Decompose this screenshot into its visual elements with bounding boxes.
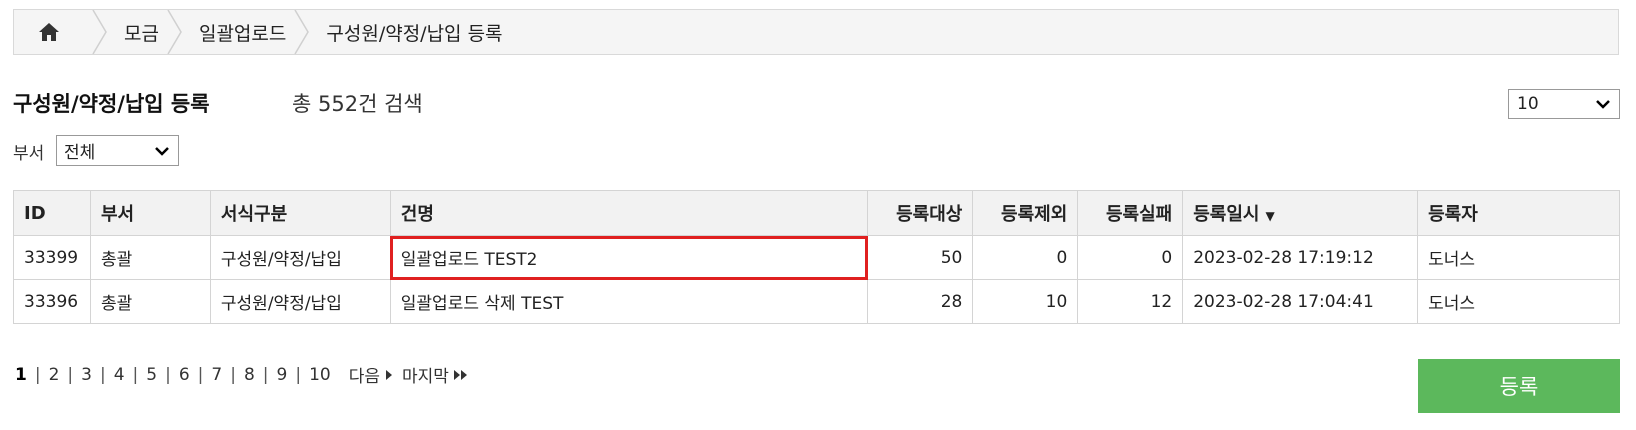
page-link[interactable]: 9 <box>275 365 290 385</box>
dept-filter-select[interactable]: 전체 <box>56 135 179 166</box>
page-link[interactable]: 8 <box>242 365 257 385</box>
cell-excluded: 10 <box>972 279 1079 324</box>
cell-failed: 0 <box>1077 235 1184 280</box>
page-size-value: 10 <box>1517 94 1539 114</box>
dept-filter-label: 부서 <box>13 144 45 164</box>
column-header-date-label: 등록일시 <box>1193 204 1260 225</box>
chevron-down-icon <box>1596 100 1610 109</box>
table-header-row: ID 부서 서식구분 건명 등록대상 등록제외 등록실패 등록일시 ▼ 등록자 <box>13 190 1620 236</box>
page-divider: | <box>67 364 74 385</box>
cell-form: 구성원/약정/납입 <box>209 235 391 280</box>
last-page-label: 마지막 <box>402 367 449 387</box>
column-header-failed[interactable]: 등록실패 <box>1077 190 1184 236</box>
column-header-date[interactable]: 등록일시 ▼ <box>1182 190 1419 236</box>
cell-registrant: 도너스 <box>1417 235 1620 280</box>
cell-id: 33399 <box>13 235 91 280</box>
page-title: 구성원/약정/납입 등록 <box>13 92 210 116</box>
dept-filter-value: 전체 <box>64 143 96 163</box>
cell-registrant: 도너스 <box>1417 279 1620 324</box>
sort-desc-icon: ▼ <box>1265 209 1275 223</box>
breadcrumb-separator <box>92 10 108 54</box>
breadcrumb: 모금 일괄업로드 구성원/약정/납입 등록 <box>13 9 1619 55</box>
cell-name-link[interactable]: 일괄업로드 TEST2 <box>389 235 869 280</box>
page-divider: | <box>165 364 171 385</box>
page-link[interactable]: 3 <box>79 365 94 385</box>
cell-target: 28 <box>867 279 974 324</box>
last-page-link[interactable]: 마지막 <box>402 362 469 387</box>
page-size-select[interactable]: 10 <box>1508 89 1620 119</box>
result-count: 총 552건 검색 <box>292 92 423 116</box>
column-header-registrant[interactable]: 등록자 <box>1417 190 1620 236</box>
breadcrumb-separator <box>294 10 310 54</box>
next-page-label: 다음 <box>348 367 380 387</box>
column-header-id[interactable]: ID <box>13 190 91 236</box>
caret-right-icon <box>386 369 392 380</box>
page-divider: | <box>99 364 106 385</box>
page-divider: | <box>197 364 204 385</box>
double-caret-right-icon <box>453 369 467 380</box>
column-header-dept[interactable]: 부서 <box>89 190 211 236</box>
page-link[interactable]: 4 <box>112 365 127 385</box>
column-header-target[interactable]: 등록대상 <box>867 190 974 236</box>
chevron-down-icon <box>155 147 169 156</box>
breadcrumb-item-fundraising[interactable]: 모금 <box>124 10 159 54</box>
home-icon <box>39 23 59 41</box>
page-link[interactable]: 10 <box>307 365 333 385</box>
page-link[interactable]: 2 <box>47 365 62 385</box>
page-divider: | <box>230 364 236 385</box>
cell-excluded: 0 <box>972 235 1079 280</box>
breadcrumb-separator <box>167 10 183 54</box>
page-divider: | <box>132 364 139 385</box>
cell-date: 2023-02-28 17:19:12 <box>1182 235 1419 280</box>
next-page-link[interactable]: 다음 <box>349 362 394 387</box>
page-link-current[interactable]: 1 <box>13 365 29 385</box>
cell-form: 구성원/약정/납입 <box>209 279 391 324</box>
page-divider: | <box>34 364 41 385</box>
table-row[interactable]: 33399 총괄 구성원/약정/납입 일괄업로드 TEST2 50 0 0 20… <box>13 235 1620 280</box>
breadcrumb-home[interactable] <box>14 10 84 54</box>
page-divider: | <box>262 364 269 385</box>
breadcrumb-item-bulk-upload[interactable]: 일괄업로드 <box>199 10 286 54</box>
cell-date: 2023-02-28 17:04:41 <box>1182 279 1419 324</box>
cell-dept: 총괄 <box>89 235 211 280</box>
cell-name-link[interactable]: 일괄업로드 삭제 TEST <box>389 279 869 324</box>
column-header-excluded[interactable]: 등록제외 <box>972 190 1079 236</box>
pagination: 1 | 2 | 3 | 4 | 5 | 6 | 7 | 8 | 9 | 10 다음 마지막 <box>13 362 469 387</box>
cell-target: 50 <box>867 235 974 280</box>
page-link[interactable]: 6 <box>177 365 192 385</box>
page-link[interactable]: 5 <box>144 365 159 385</box>
column-header-name[interactable]: 건명 <box>389 190 869 236</box>
column-header-form[interactable]: 서식구분 <box>209 190 391 236</box>
upload-table: ID 부서 서식구분 건명 등록대상 등록제외 등록실패 등록일시 ▼ 등록자 3… <box>13 190 1620 324</box>
page-divider: | <box>295 364 302 385</box>
register-button[interactable]: 등록 <box>1418 359 1620 413</box>
page-link[interactable]: 7 <box>209 365 224 385</box>
table-row[interactable]: 33396 총괄 구성원/약정/납입 일괄업로드 삭제 TEST 28 10 1… <box>13 279 1620 324</box>
breadcrumb-item-current: 구성원/약정/납입 등록 <box>326 22 503 45</box>
cell-failed: 12 <box>1077 279 1184 324</box>
cell-id: 33396 <box>13 279 91 324</box>
cell-dept: 총괄 <box>89 279 211 324</box>
